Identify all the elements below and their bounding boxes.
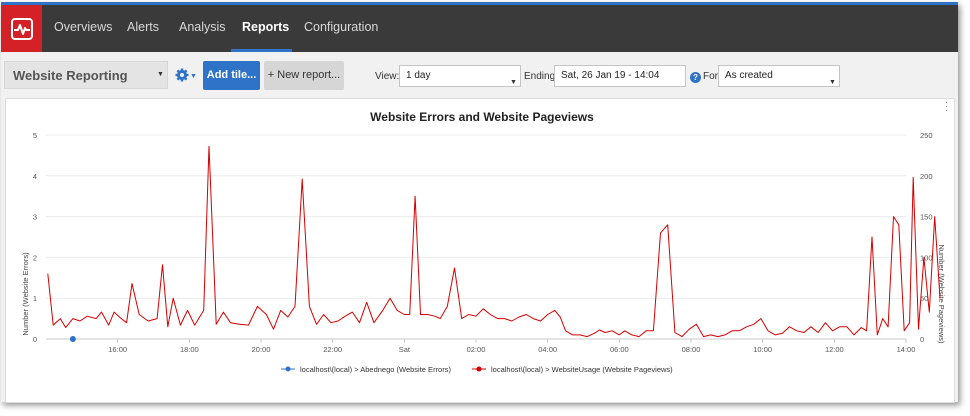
info-icon[interactable]: ? xyxy=(690,72,701,83)
nav-configuration[interactable]: Configuration xyxy=(304,5,378,52)
legend-label-pageviews: localhost\(local) > WebsiteUsage (Websit… xyxy=(491,365,673,374)
y-tick-label-left: 2 xyxy=(33,253,37,262)
nav-alerts[interactable]: Alerts xyxy=(127,5,159,52)
x-tick-label: 10:00 xyxy=(753,345,772,354)
for-select-value: As created xyxy=(725,70,773,81)
x-tick-label: 20:00 xyxy=(252,345,271,354)
pageviews-series-line xyxy=(47,145,941,338)
y-tick-label-right: 0 xyxy=(920,335,924,344)
y-tick-label-left: 1 xyxy=(33,294,37,303)
y-tick-label-right: 150 xyxy=(920,213,933,222)
ending-datetime-value: Sat, 26 Jan 19 - 14:04 xyxy=(561,70,660,81)
top-nav-bar: Overviews Alerts Analysis Reports Config… xyxy=(1,5,958,52)
app-window: Overviews Alerts Analysis Reports Config… xyxy=(1,2,958,403)
x-tick-label: 18:00 xyxy=(180,345,199,354)
ending-label: Ending: xyxy=(524,71,558,82)
x-tick-label: Sat xyxy=(399,345,411,354)
chart-title: Website Errors and Website Pageviews xyxy=(370,110,594,124)
x-tick-label: 08:00 xyxy=(682,345,701,354)
chevron-down-icon: ▼ xyxy=(190,73,197,80)
app-logo[interactable] xyxy=(1,5,42,52)
report-selector-dropdown[interactable]: Website Reporting ▼ xyxy=(4,61,168,89)
chart-svg: Website Errors and Website Pageviews Num… xyxy=(21,110,946,374)
y-tick-label-right: 100 xyxy=(920,253,933,262)
legend-swatch-errors xyxy=(285,366,291,372)
x-tick-label: 22:00 xyxy=(323,345,342,354)
caret-down-icon: ▼ xyxy=(829,79,836,86)
y-tick-label-right: 200 xyxy=(920,172,933,181)
legend-swatch-pageviews xyxy=(476,366,482,372)
y-tick-label-left: 3 xyxy=(33,213,37,222)
add-tile-button[interactable]: Add tile... xyxy=(203,61,260,90)
pulse-logo-icon xyxy=(10,17,33,40)
x-tick-label: 06:00 xyxy=(610,345,629,354)
view-select[interactable]: 1 day ▼ xyxy=(399,65,521,87)
settings-menu-button[interactable]: ▼ xyxy=(171,61,199,89)
view-label: View: xyxy=(375,71,400,82)
new-report-button[interactable]: + New report... xyxy=(264,61,344,90)
errors-series-point xyxy=(69,336,76,342)
y-tick-label-left: 4 xyxy=(33,172,37,181)
report-title: Website Reporting xyxy=(13,68,128,83)
x-tick-label: 14:00 xyxy=(897,345,916,354)
y-axis-label-right: Number (Website Pageviews) xyxy=(937,244,946,344)
y-axis-label-left: Number (Website Errors) xyxy=(21,252,30,336)
caret-down-icon: ▼ xyxy=(510,79,517,86)
nav-analysis[interactable]: Analysis xyxy=(179,5,226,52)
y-tick-label-right: 250 xyxy=(920,131,933,140)
tile-menu-icon[interactable]: · · · xyxy=(945,98,948,116)
x-tick-label: 04:00 xyxy=(538,345,557,354)
gear-icon xyxy=(175,68,189,82)
view-select-value: 1 day xyxy=(406,70,431,81)
ending-datetime-input[interactable]: Sat, 26 Jan 19 - 14:04 xyxy=(554,65,686,87)
legend-item-errors: localhost\(local) > Abednego (Website Er… xyxy=(281,365,451,374)
y-tick-label-left: 0 xyxy=(33,335,37,344)
y-tick-label-left: 5 xyxy=(33,131,37,140)
x-tick-label: 12:00 xyxy=(825,345,844,354)
x-tick-label: 02:00 xyxy=(467,345,486,354)
report-toolbar: Website Reporting ▼ ▼ Add tile... + New … xyxy=(1,52,958,94)
x-tick-label: 16:00 xyxy=(108,345,127,354)
for-select[interactable]: As created ▼ xyxy=(718,65,840,87)
legend-label-errors: localhost\(local) > Abednego (Website Er… xyxy=(300,365,451,374)
caret-down-icon: ▼ xyxy=(157,71,164,78)
report-tile: Website Errors and Website Pageviews Num… xyxy=(5,98,955,403)
nav-reports[interactable]: Reports xyxy=(242,5,289,52)
nav-overviews[interactable]: Overviews xyxy=(54,5,112,52)
legend-item-pageviews: localhost\(local) > WebsiteUsage (Websit… xyxy=(472,365,673,374)
